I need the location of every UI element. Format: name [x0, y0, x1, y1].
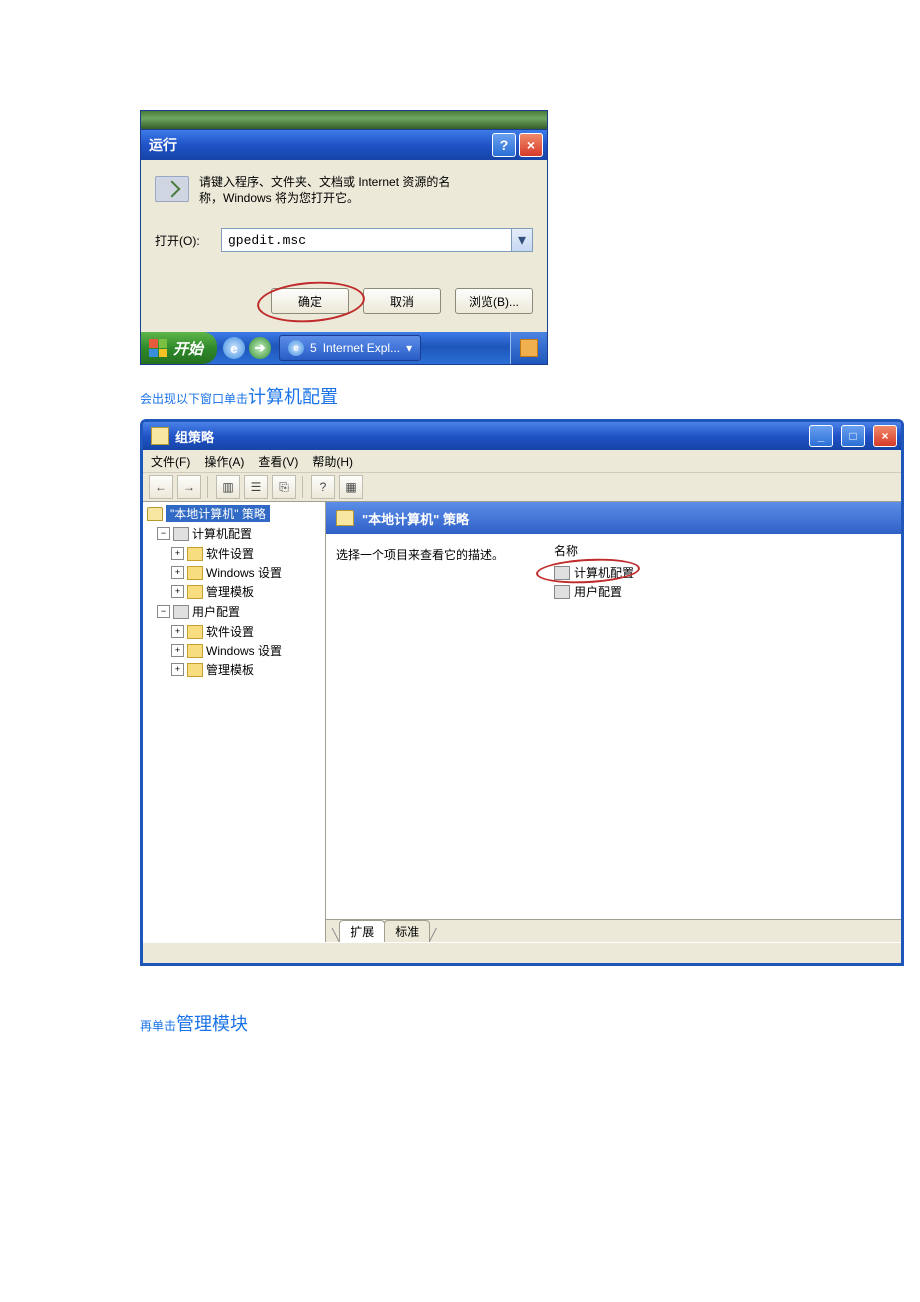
- expand-icon[interactable]: +: [171, 625, 184, 638]
- expand-icon[interactable]: +: [171, 566, 184, 579]
- mmc-title: 组策略: [175, 427, 214, 446]
- open-input[interactable]: [222, 229, 511, 251]
- quicklaunch: e ➔: [217, 337, 277, 359]
- config-icon: [173, 605, 189, 619]
- mmc-titlebar: 组策略 _ □ ×: [143, 422, 901, 450]
- nav-forward-button[interactable]: →: [177, 475, 201, 499]
- description-column: 选择一个项目来查看它的描述。: [326, 534, 546, 919]
- run-titlebar: 运行 ? ×: [141, 130, 547, 160]
- tree-computer-config[interactable]: − 计算机配置: [157, 525, 325, 542]
- close-button[interactable]: ×: [519, 133, 543, 157]
- views-button[interactable]: ▦: [339, 475, 363, 499]
- system-tray[interactable]: [510, 332, 547, 364]
- config-icon: [554, 566, 570, 580]
- help-toolbar-button[interactable]: ?: [311, 475, 335, 499]
- maximize-button[interactable]: □: [841, 425, 865, 447]
- tree-user-windows[interactable]: +Windows 设置: [171, 642, 325, 659]
- close-button[interactable]: ×: [873, 425, 897, 447]
- cancel-button[interactable]: 取消: [363, 288, 441, 314]
- ie-icon[interactable]: e: [223, 337, 245, 359]
- ie-icon: e: [288, 340, 304, 356]
- folder-icon: [187, 644, 203, 658]
- tree-comp-windows[interactable]: +Windows 设置: [171, 564, 325, 581]
- expand-icon[interactable]: +: [171, 585, 184, 598]
- caption-2: 再单击管理模块: [140, 1010, 780, 1036]
- run-body: 请键入程序、文件夹、文档或 Internet 资源的名 称，Windows 将为…: [141, 160, 547, 332]
- taskbar-item-ie[interactable]: e 5 Internet Expl... ▾: [279, 335, 421, 361]
- run-description: 请键入程序、文件夹、文档或 Internet 资源的名 称，Windows 将为…: [199, 174, 450, 206]
- group-policy-window: 组策略 _ □ × 文件(F) 操作(A) 查看(V) 帮助(H) ← → ▥ …: [140, 419, 904, 966]
- list-item-user-config[interactable]: 用户配置: [546, 582, 901, 601]
- dropdown-button[interactable]: ▾: [511, 229, 532, 251]
- run-icon: [155, 176, 189, 202]
- folder-icon: [187, 625, 203, 639]
- menu-bar: 文件(F) 操作(A) 查看(V) 帮助(H): [143, 450, 901, 473]
- show-desktop-icon[interactable]: ➔: [249, 337, 271, 359]
- ok-button[interactable]: 确定: [271, 288, 349, 314]
- menu-file[interactable]: 文件(F): [151, 453, 190, 470]
- minimize-button[interactable]: _: [809, 425, 833, 447]
- collapse-icon[interactable]: −: [157, 527, 170, 540]
- policy-icon: [147, 507, 163, 521]
- status-bar: [143, 942, 901, 963]
- config-icon: [554, 585, 570, 599]
- folder-icon: [187, 547, 203, 561]
- menu-action[interactable]: 操作(A): [204, 453, 244, 470]
- up-button[interactable]: ▥: [216, 475, 240, 499]
- browse-button[interactable]: 浏览(B)...: [455, 288, 533, 314]
- policy-icon: [336, 510, 354, 526]
- folder-icon: [187, 566, 203, 580]
- folder-icon: [187, 585, 203, 599]
- nav-back-button[interactable]: ←: [149, 475, 173, 499]
- desktop-strip: [141, 111, 547, 130]
- tree-user-admin[interactable]: +管理模板: [171, 661, 325, 678]
- expand-icon[interactable]: +: [171, 644, 184, 657]
- content-pane: "本地计算机" 策略 选择一个项目来查看它的描述。 名称 计算机配置: [326, 502, 901, 942]
- start-button[interactable]: 开始: [141, 332, 217, 364]
- menu-help[interactable]: 帮助(H): [312, 453, 353, 470]
- chevron-down-icon: ▾: [406, 341, 412, 355]
- export-button[interactable]: ⎘: [272, 475, 296, 499]
- toolbar: ← → ▥ ☰ ⎘ ? ▦: [143, 473, 901, 502]
- open-label: 打开(O):: [155, 232, 213, 249]
- tray-shield-icon: [520, 339, 538, 357]
- tab-standard[interactable]: 标准: [384, 920, 430, 942]
- tree-user-config[interactable]: − 用户配置: [157, 603, 325, 620]
- help-button[interactable]: ?: [492, 133, 516, 157]
- tab-extended[interactable]: 扩展: [339, 920, 385, 942]
- folder-icon: [187, 663, 203, 677]
- collapse-icon[interactable]: −: [157, 605, 170, 618]
- run-title: 运行: [149, 135, 177, 155]
- tabs-row: ╲ 扩展 标准 ╱: [326, 919, 901, 942]
- list-item-computer-config[interactable]: 计算机配置: [546, 563, 901, 582]
- expand-icon[interactable]: +: [171, 663, 184, 676]
- tree-pane[interactable]: "本地计算机" 策略 − 计算机配置 +软件设置: [143, 502, 326, 942]
- properties-button[interactable]: ☰: [244, 475, 268, 499]
- menu-view[interactable]: 查看(V): [258, 453, 298, 470]
- caption-1: 会出现以下窗口单击计算机配置: [140, 383, 780, 409]
- expand-icon[interactable]: +: [171, 547, 184, 560]
- open-combobox[interactable]: ▾: [221, 228, 533, 252]
- tree-comp-software[interactable]: +软件设置: [171, 545, 325, 562]
- list-column: 名称 计算机配置 用户配置: [546, 534, 901, 919]
- tree-user-software[interactable]: +软件设置: [171, 623, 325, 640]
- taskbar: 开始 e ➔ e 5 Internet Expl... ▾: [141, 332, 547, 364]
- tree-comp-admin[interactable]: +管理模板: [171, 583, 325, 600]
- tree-root[interactable]: "本地计算机" 策略: [147, 505, 325, 522]
- config-icon: [173, 527, 189, 541]
- run-dialog-window: 运行 ? × 请键入程序、文件夹、文档或 Internet 资源的名 称，Win…: [140, 110, 548, 365]
- content-header: "本地计算机" 策略: [326, 502, 901, 534]
- windows-flag-icon: [149, 339, 167, 357]
- mmc-app-icon: [151, 427, 169, 445]
